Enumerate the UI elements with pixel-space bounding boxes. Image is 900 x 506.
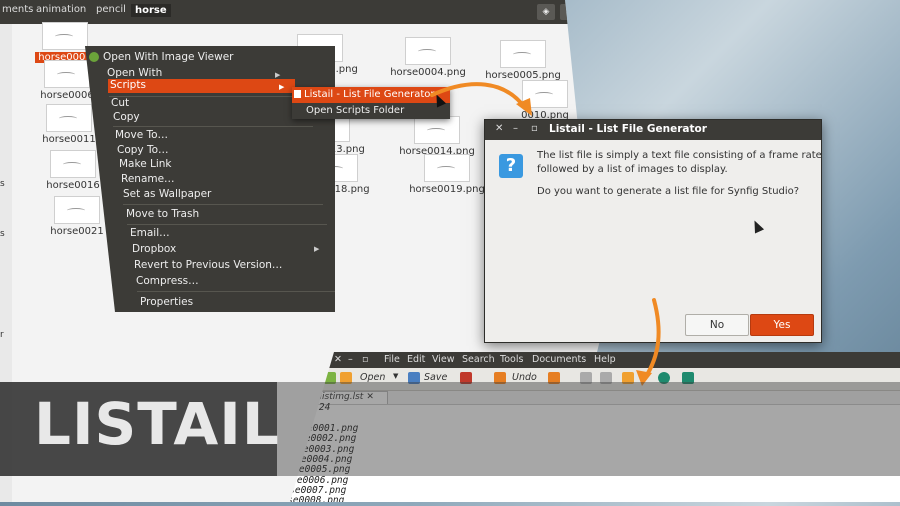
banner-title: LISTAIL bbox=[34, 390, 280, 458]
title-banner: LISTAIL bbox=[0, 382, 900, 476]
banner-box: LISTAIL bbox=[0, 382, 280, 476]
arrow-to-editor bbox=[643, 298, 661, 380]
arrow-to-dialog bbox=[430, 82, 527, 110]
